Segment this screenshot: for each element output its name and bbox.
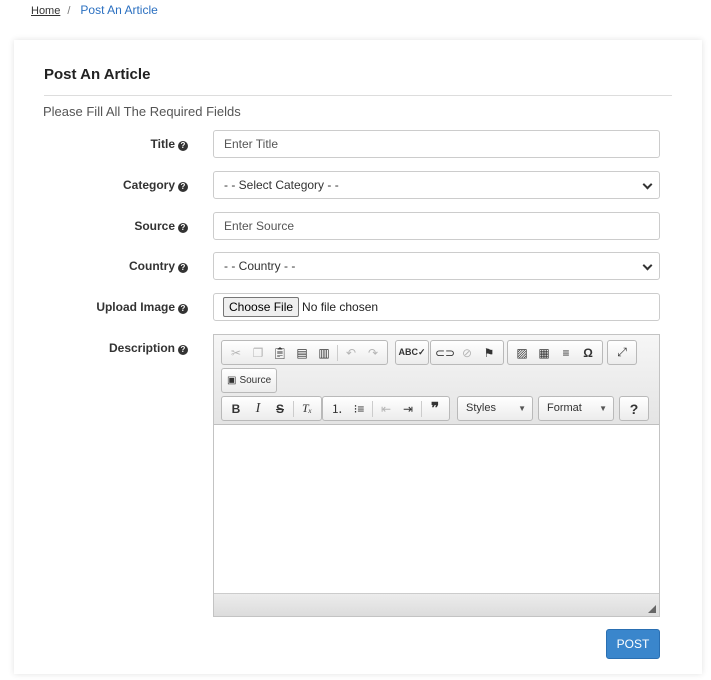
paragraph-group: ⒈ ⁝≡ ⇤ ⇥ ❞ bbox=[322, 396, 450, 421]
format-dropdown[interactable]: Format ▼ bbox=[538, 396, 614, 421]
styles-dropdown-label: Styles bbox=[466, 402, 496, 414]
image-icon[interactable]: ▨ bbox=[511, 343, 533, 363]
breadcrumb: Home / Post An Article bbox=[31, 3, 158, 17]
outdent-icon[interactable]: ⇤ bbox=[375, 399, 397, 419]
paste-icon[interactable]: 📋︎ bbox=[269, 343, 291, 363]
paste-text-icon[interactable]: ▤ bbox=[291, 343, 313, 363]
editor-toolbar: ✂ ❐ 📋︎ ▤ ▥ ↶ ↷ ABC✓ ⊂⊃ ⊘ ⚑ ▨ ▦ ≡ Ω ⤢ ▣ S… bbox=[214, 335, 659, 425]
indent-icon[interactable]: ⇥ bbox=[397, 399, 419, 419]
description-label-text: Description bbox=[108, 341, 175, 355]
title-divider bbox=[44, 95, 672, 96]
file-status: No file chosen bbox=[302, 300, 379, 314]
chevron-down-icon bbox=[642, 260, 653, 271]
help-icon: ? bbox=[178, 182, 188, 192]
toolbar-separator bbox=[293, 400, 294, 417]
maximize-group: ⤢ bbox=[607, 340, 637, 365]
category-label-text: Category bbox=[122, 178, 175, 192]
styles-dropdown[interactable]: Styles ▼ bbox=[457, 396, 533, 421]
cut-icon[interactable]: ✂ bbox=[225, 343, 247, 363]
source-button[interactable]: ▣ Source bbox=[225, 371, 273, 391]
help-icon: ? bbox=[178, 223, 188, 233]
italic-icon[interactable]: I bbox=[247, 399, 269, 419]
category-label: Category? bbox=[123, 178, 188, 192]
page-title: Post An Article bbox=[44, 66, 151, 83]
editor-statusbar bbox=[214, 593, 659, 616]
paste-word-icon[interactable]: ▥ bbox=[313, 343, 335, 363]
unlink-icon[interactable]: ⊘ bbox=[456, 343, 478, 363]
toolbar-separator bbox=[337, 344, 338, 361]
help-group: ? bbox=[619, 396, 649, 421]
title-label-text: Title bbox=[150, 137, 175, 151]
spellcheck-icon[interactable]: ABC✓ bbox=[398, 343, 425, 363]
post-article-card: Post An Article Please Fill All The Requ… bbox=[14, 40, 702, 674]
dropdown-arrow-icon: ▼ bbox=[599, 404, 607, 413]
source-label: Source? bbox=[134, 219, 188, 233]
source-group: ▣ Source bbox=[221, 368, 278, 393]
about-help-button[interactable]: ? bbox=[623, 399, 645, 419]
format-dropdown-label: Format bbox=[547, 402, 582, 414]
category-select[interactable]: - - Select Category - - bbox=[213, 171, 660, 199]
title-input[interactable]: Enter Title bbox=[213, 130, 660, 158]
table-icon[interactable]: ▦ bbox=[533, 343, 555, 363]
required-fields-note: Please Fill All The Required Fields bbox=[43, 104, 241, 119]
country-label: Country? bbox=[129, 259, 188, 273]
bold-icon[interactable]: B bbox=[225, 399, 247, 419]
insert-group: ▨ ▦ ≡ Ω bbox=[507, 340, 603, 365]
basic-styles-group: B I S Tₓ bbox=[221, 396, 322, 421]
upload-image-label-text: Upload Image bbox=[96, 300, 175, 314]
clipboard-group: ✂ ❐ 📋︎ ▤ ▥ ↶ ↷ bbox=[221, 340, 388, 365]
links-group: ⊂⊃ ⊘ ⚑ bbox=[430, 340, 504, 365]
help-icon: ? bbox=[178, 345, 188, 355]
special-char-icon[interactable]: Ω bbox=[577, 343, 599, 363]
source-label-text: Source bbox=[134, 219, 175, 233]
undo-icon[interactable]: ↶ bbox=[340, 343, 362, 363]
source-input[interactable]: Enter Source bbox=[213, 212, 660, 240]
post-button[interactable]: POST bbox=[606, 629, 660, 659]
numbered-list-icon[interactable]: ⒈ bbox=[326, 399, 348, 419]
breadcrumb-separator: / bbox=[67, 5, 71, 17]
copy-icon[interactable]: ❐ bbox=[247, 343, 269, 363]
chevron-down-icon bbox=[642, 179, 653, 190]
breadcrumb-home-link[interactable]: Home bbox=[31, 5, 60, 17]
breadcrumb-current[interactable]: Post An Article bbox=[80, 3, 157, 17]
redo-icon[interactable]: ↷ bbox=[362, 343, 384, 363]
blockquote-icon[interactable]: ❞ bbox=[424, 399, 446, 419]
toolbar-separator bbox=[372, 400, 373, 417]
rich-text-editor: ✂ ❐ 📋︎ ▤ ▥ ↶ ↷ ABC✓ ⊂⊃ ⊘ ⚑ ▨ ▦ ≡ Ω ⤢ ▣ S… bbox=[213, 334, 660, 617]
country-label-text: Country bbox=[129, 259, 175, 273]
country-select-value: - - Country - - bbox=[224, 259, 296, 273]
horizontal-line-icon[interactable]: ≡ bbox=[555, 343, 577, 363]
editor-content-area[interactable] bbox=[214, 425, 659, 593]
description-label: Description? bbox=[109, 341, 188, 355]
toolbar-separator bbox=[421, 400, 422, 417]
dropdown-arrow-icon: ▼ bbox=[518, 404, 526, 413]
help-icon: ? bbox=[178, 304, 188, 314]
help-icon: ? bbox=[178, 141, 188, 151]
spellcheck-group: ABC✓ bbox=[395, 340, 429, 365]
upload-image-label: Upload Image? bbox=[96, 300, 188, 314]
image-file-input: Choose File No file chosen bbox=[213, 293, 660, 321]
strikethrough-icon[interactable]: S bbox=[269, 399, 291, 419]
choose-file-button[interactable]: Choose File bbox=[223, 297, 300, 317]
link-icon[interactable]: ⊂⊃ bbox=[434, 343, 456, 363]
title-label: Title? bbox=[151, 137, 188, 151]
category-select-value: - - Select Category - - bbox=[224, 178, 339, 192]
source-doc-icon: ▣ bbox=[227, 375, 237, 386]
help-icon: ? bbox=[178, 263, 188, 273]
source-button-label: Source bbox=[239, 375, 272, 386]
bulleted-list-icon[interactable]: ⁝≡ bbox=[348, 399, 370, 419]
maximize-icon[interactable]: ⤢ bbox=[611, 343, 633, 363]
anchor-flag-icon[interactable]: ⚑ bbox=[478, 343, 500, 363]
country-select[interactable]: - - Country - - bbox=[213, 252, 660, 280]
remove-format-icon[interactable]: Tₓ bbox=[296, 399, 318, 419]
resize-handle-icon[interactable] bbox=[648, 605, 656, 613]
